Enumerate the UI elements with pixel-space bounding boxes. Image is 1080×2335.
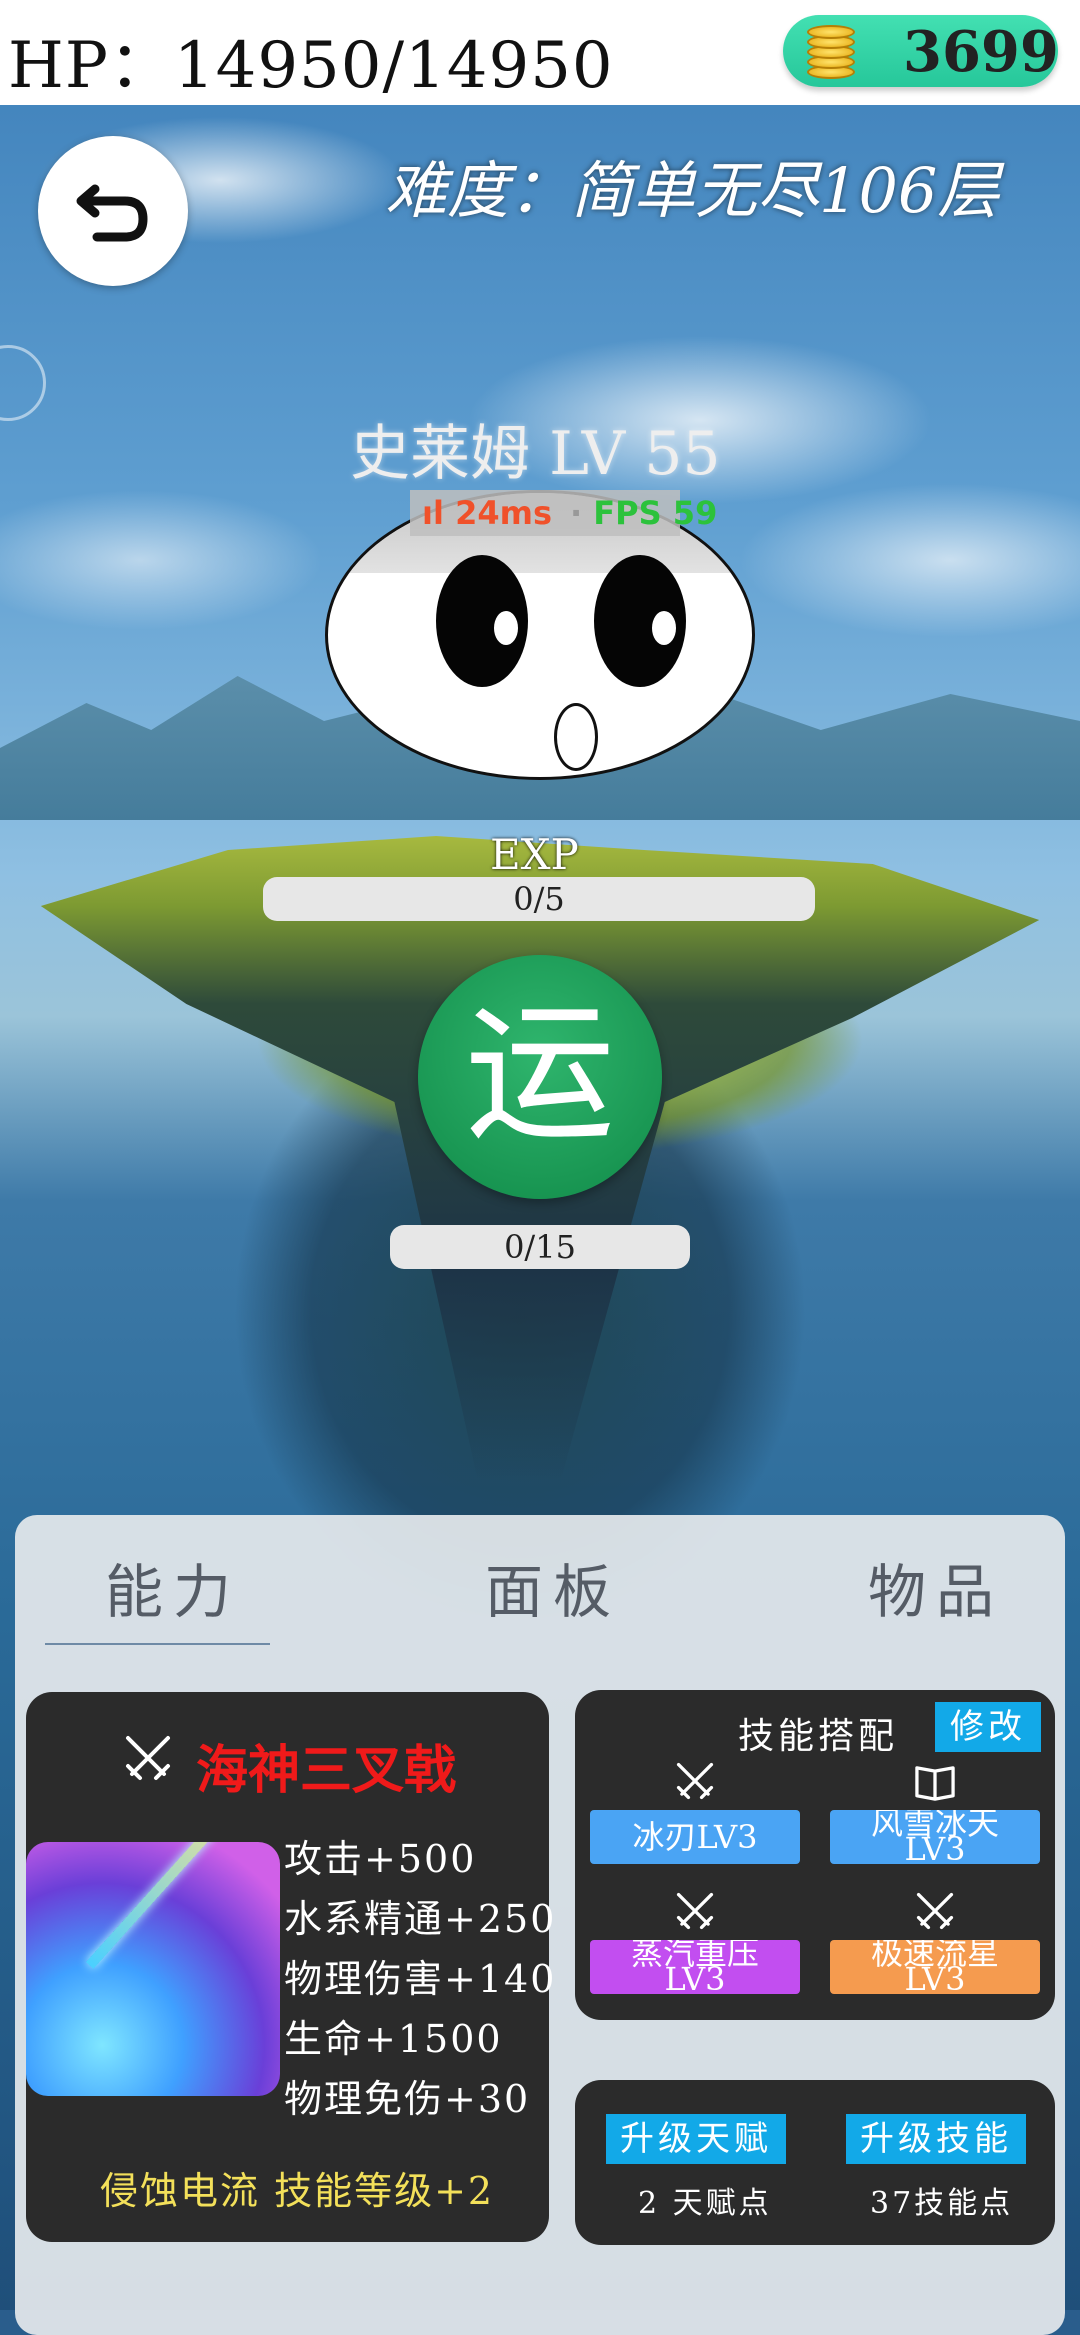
gold-coin-stack-icon: [807, 21, 855, 81]
luck-button[interactable]: 运: [418, 955, 662, 1199]
active-tab-indicator: [45, 1643, 270, 1645]
skill-slot-2[interactable]: 风雪冰天 LV3: [830, 1810, 1040, 1864]
ping-readout: ıl 24ms: [422, 494, 552, 532]
back-arrow-icon: [76, 184, 148, 242]
weapon-stat: 生命+1500: [284, 2017, 503, 2061]
tab-panel[interactable]: 面板: [485, 1545, 621, 1629]
skill-slot-1[interactable]: 冰刃LV3: [590, 1810, 800, 1864]
weapon-stat: 物理伤害+140: [284, 1957, 557, 2001]
weapon-stat: 攻击+500: [284, 1837, 477, 1881]
crossed-swords-icon: [676, 1892, 714, 1930]
coin-value: 3699: [903, 19, 1059, 85]
signal-icon: ıl: [422, 494, 456, 532]
crossed-swords-icon: [676, 1762, 714, 1800]
weapon-name: 海神三叉戟: [196, 1741, 457, 1801]
exp-label: EXP: [490, 830, 579, 879]
upgrade-talent-button[interactable]: 升级天赋: [606, 2114, 786, 2164]
luck-glyph: 运: [464, 988, 615, 1162]
weapon-bonus: 侵蚀电流 技能等级+2: [100, 2169, 495, 2213]
hp-label: HP：: [8, 29, 174, 103]
back-button[interactable]: [38, 136, 188, 286]
top-status-bar: HP：14950/14950 3699: [0, 0, 1080, 105]
network-fps-overlay: ıl 24ms · FPS 59: [410, 490, 717, 536]
trident-weapon-image: [26, 1842, 280, 2096]
slime-mouth: [554, 703, 598, 771]
skill-slot-3[interactable]: 蒸汽重压 LV3: [590, 1940, 800, 1994]
slime-left-eye: [436, 555, 528, 687]
exp-bar: 0/5: [263, 877, 815, 921]
monster-name-level: 史莱姆 LV 55: [350, 419, 721, 489]
slime-right-eye: [594, 555, 686, 687]
luck-value: 0/15: [504, 1228, 576, 1266]
weapon-stat: 物理免伤+30: [284, 2077, 531, 2121]
upgrade-skill-button[interactable]: 升级技能: [846, 2114, 1026, 2164]
crossed-swords-icon: [916, 1892, 954, 1930]
coin-counter: 3699: [783, 15, 1059, 87]
fps-readout: · FPS 59: [570, 494, 718, 532]
tab-ability[interactable]: 能力: [105, 1545, 241, 1629]
talent-points: 2 天赋点: [638, 2186, 772, 2221]
crossed-swords-icon: [126, 1736, 170, 1780]
edit-skills-button[interactable]: 修改: [935, 1702, 1041, 1752]
skill-slot-4[interactable]: 极速流星 LV3: [830, 1940, 1040, 1994]
weapon-stat: 水系精通+250: [284, 1897, 557, 1941]
hp-value: 14950/14950: [173, 29, 614, 103]
exp-value: 0/5: [513, 880, 565, 918]
skill-points: 37技能点: [870, 2186, 1014, 2221]
hp-display: HP：14950/14950: [8, 14, 614, 106]
luck-bar: 0/15: [390, 1225, 690, 1269]
book-icon: [915, 1766, 955, 1801]
tab-items[interactable]: 物品: [868, 1545, 1004, 1629]
difficulty-label: 难度：简单无尽106层: [385, 154, 1000, 227]
skill-loadout-title: 技能搭配: [738, 1716, 899, 1757]
